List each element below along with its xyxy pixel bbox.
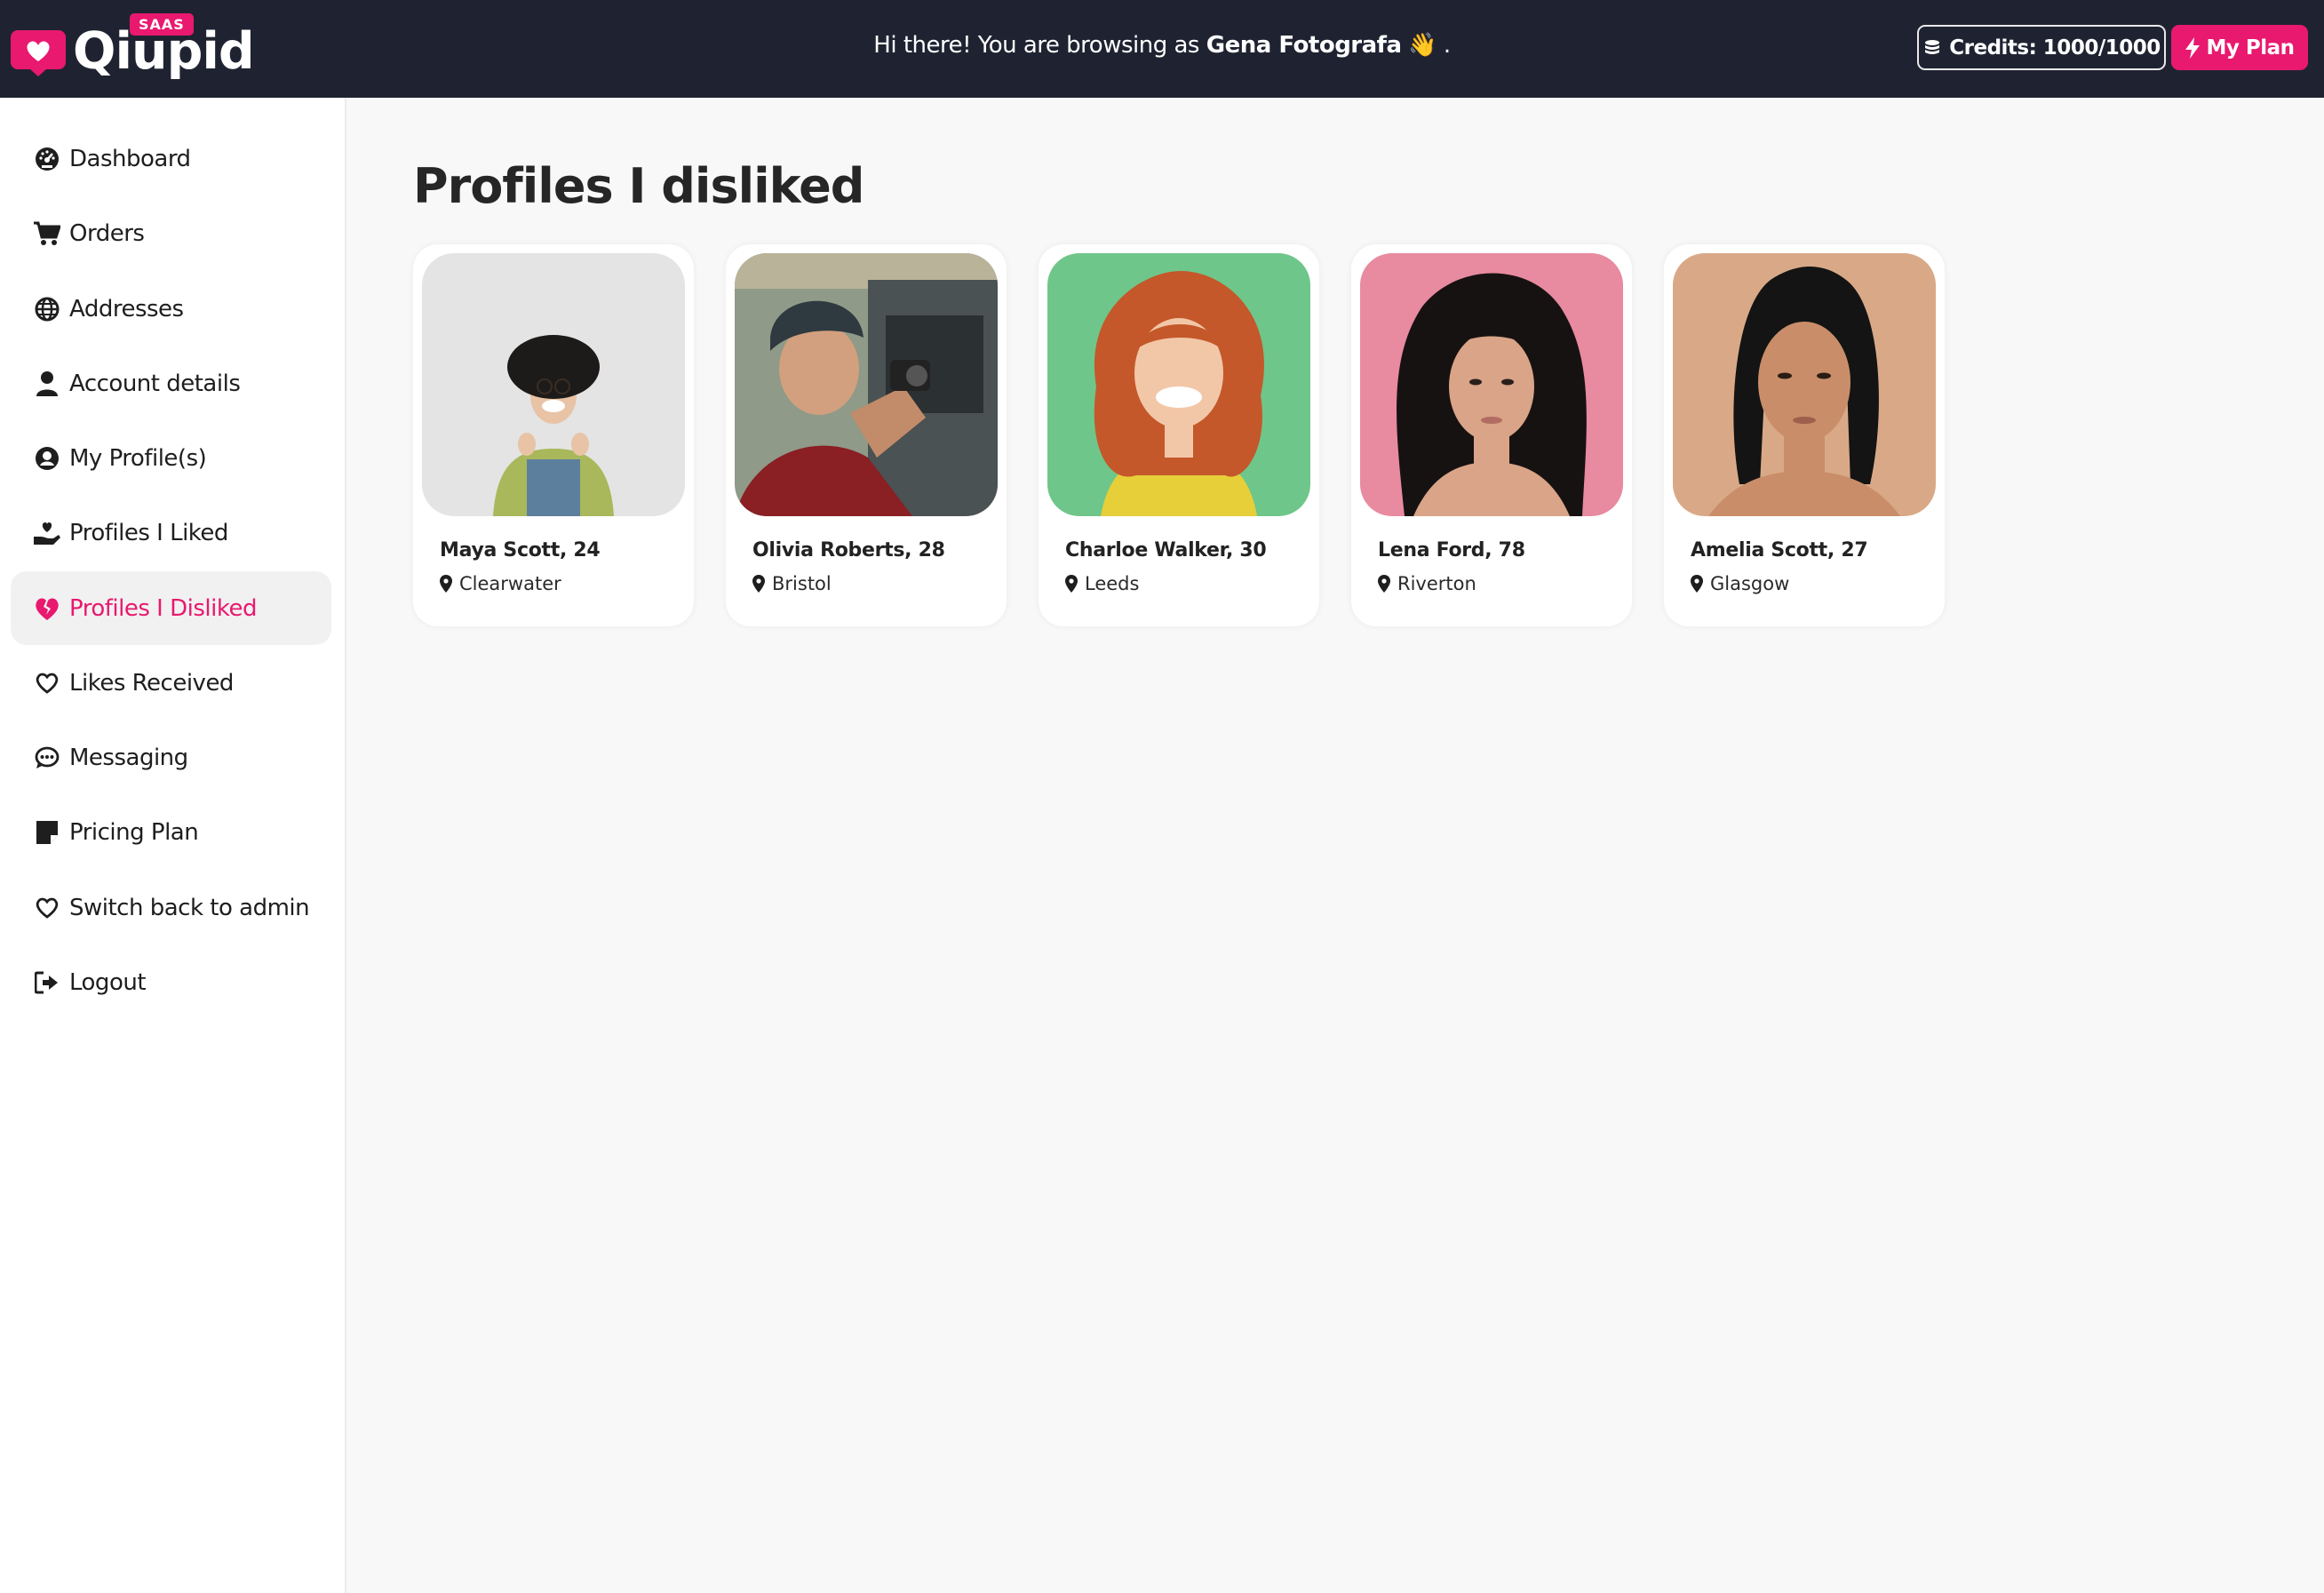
top-bar: SAAS Qiupid Hi there! You are browsing a… <box>0 0 2324 98</box>
sign-out-icon <box>34 969 60 996</box>
sidebar-item-pricing-plan[interactable]: Pricing Plan <box>11 795 331 869</box>
comment-dots-icon <box>34 745 60 771</box>
my-plan-button[interactable]: My Plan <box>2171 25 2308 70</box>
sidebar-item-label: Dashboard <box>69 145 191 172</box>
profile-card[interactable]: Olivia Roberts, 28 Bristol <box>726 244 1007 626</box>
page-title: Profiles I disliked <box>413 158 864 214</box>
profile-photo[interactable] <box>1673 253 1936 516</box>
sidebar-item-profiles-liked[interactable]: Profiles I Liked <box>11 496 331 569</box>
sidebar-item-label: Account details <box>69 370 241 397</box>
profile-location-text: Riverton <box>1397 573 1476 594</box>
profile-photo[interactable] <box>1047 253 1310 516</box>
heart-outline-icon <box>34 670 60 697</box>
greeting-suffix: 👋 . <box>1408 32 1451 59</box>
sidebar-item-profiles-disliked[interactable]: Profiles I Disliked <box>11 571 331 645</box>
profile-age: , 27 <box>1827 539 1868 562</box>
user-circle-icon <box>34 445 60 472</box>
profile-location-text: Clearwater <box>459 573 561 594</box>
map-pin-icon <box>440 575 452 593</box>
sidebar-item-label: Pricing Plan <box>69 818 199 846</box>
sidebar-item-my-profiles[interactable]: My Profile(s) <box>11 421 331 495</box>
profile-card[interactable]: Amelia Scott, 27 Glasgow <box>1664 244 1945 626</box>
map-pin-icon <box>1378 575 1390 593</box>
sidebar-item-label: Addresses <box>69 295 184 323</box>
profile-name[interactable]: Amelia Scott, 27 <box>1691 539 1868 562</box>
profile-name-text: Amelia Scott <box>1691 539 1827 562</box>
profile-name-text: Maya Scott <box>440 539 560 562</box>
profile-card[interactable]: Charloe Walker, 30 Leeds <box>1039 244 1319 626</box>
map-pin-icon <box>752 575 765 593</box>
globe-icon <box>34 296 60 323</box>
credits-label: Credits: 1000/1000 <box>1949 36 2161 60</box>
current-user-name: Gena Fotografa <box>1206 32 1402 59</box>
profile-name[interactable]: Charloe Walker, 30 <box>1065 539 1267 562</box>
profile-name[interactable]: Lena Ford, 78 <box>1378 539 1525 562</box>
sidebar-item-label: Messaging <box>69 744 188 771</box>
sidebar-item-label: My Profile(s) <box>69 444 207 472</box>
profile-age: , 28 <box>904 539 945 562</box>
map-pin-icon <box>1065 575 1078 593</box>
profile-photo[interactable] <box>735 253 998 516</box>
note-icon <box>34 819 60 846</box>
sidebar-item-addresses[interactable]: Addresses <box>11 272 331 346</box>
user-icon <box>34 370 60 397</box>
sidebar-item-logout[interactable]: Logout <box>11 945 331 1019</box>
map-pin-icon <box>1691 575 1703 593</box>
profile-card[interactable]: Maya Scott, 24 Clearwater <box>413 244 694 626</box>
heart-outline-icon <box>34 895 60 921</box>
profile-location-text: Leeds <box>1085 573 1140 594</box>
sidebar-item-dashboard[interactable]: Dashboard <box>11 122 331 195</box>
profile-location: Riverton <box>1378 573 1476 594</box>
profile-name-text: Charloe Walker <box>1065 539 1226 562</box>
sidebar: Dashboard Orders Addresses Account detai… <box>0 98 346 1593</box>
coins-icon <box>1925 39 1940 54</box>
profile-name[interactable]: Maya Scott, 24 <box>440 539 601 562</box>
profile-name-text: Lena Ford <box>1378 539 1485 562</box>
greeting-prefix: Hi there! You are browsing as <box>873 32 1199 59</box>
profile-location: Bristol <box>752 573 832 594</box>
profile-location: Glasgow <box>1691 573 1789 594</box>
profile-age: , 24 <box>559 539 601 562</box>
sidebar-item-likes-received[interactable]: Likes Received <box>11 646 331 720</box>
sidebar-item-label: Profiles I Liked <box>69 519 228 546</box>
profile-age: , 78 <box>1484 539 1525 562</box>
sidebar-item-switch-admin[interactable]: Switch back to admin <box>11 871 331 944</box>
sidebar-item-orders[interactable]: Orders <box>11 196 331 270</box>
sidebar-item-label: Likes Received <box>69 669 234 697</box>
profile-photo[interactable] <box>1360 253 1623 516</box>
cart-icon <box>34 220 60 247</box>
sidebar-item-label: Profiles I Disliked <box>69 594 257 622</box>
profile-location-text: Glasgow <box>1710 573 1790 594</box>
sidebar-item-account-details[interactable]: Account details <box>11 346 331 420</box>
heart-crack-icon <box>34 595 60 622</box>
profile-location: Clearwater <box>440 573 561 594</box>
profile-photo[interactable] <box>422 253 685 516</box>
profile-location-text: Bristol <box>772 573 832 594</box>
sidebar-item-messaging[interactable]: Messaging <box>11 721 331 794</box>
sidebar-item-label: Logout <box>69 968 147 996</box>
sidebar-item-label: Orders <box>69 219 145 247</box>
credits-button[interactable]: Credits: 1000/1000 <box>1917 25 2166 70</box>
sidebar-item-label: Switch back to admin <box>69 894 310 921</box>
profile-location: Leeds <box>1065 573 1139 594</box>
profile-age: , 30 <box>1226 539 1267 562</box>
profile-card[interactable]: Lena Ford, 78 Riverton <box>1351 244 1632 626</box>
bolt-icon <box>2185 36 2201 59</box>
gauge-icon <box>34 146 60 172</box>
profile-name-text: Olivia Roberts <box>752 539 905 562</box>
my-plan-label: My Plan <box>2206 36 2295 60</box>
profile-name[interactable]: Olivia Roberts, 28 <box>752 539 945 562</box>
hand-holding-heart-icon <box>34 520 60 546</box>
